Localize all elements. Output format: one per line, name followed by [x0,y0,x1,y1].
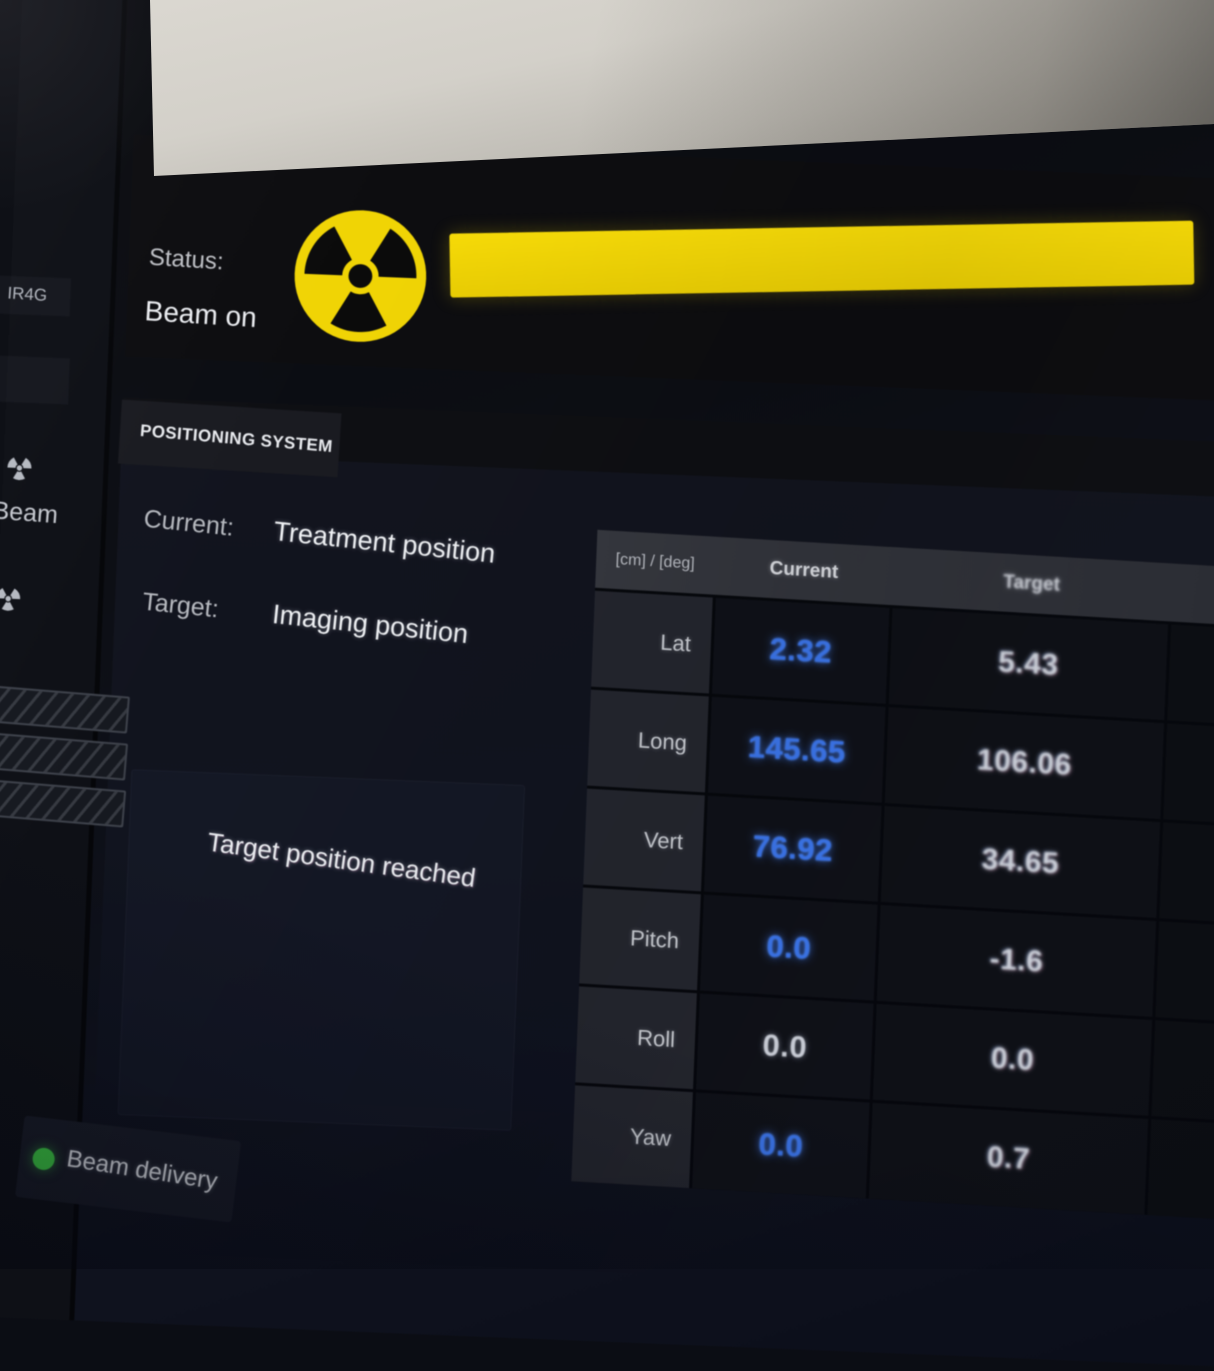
current-value-cell: 0.0 [696,993,874,1099]
row-label: Long [587,690,709,793]
target-value-cell: 106.06 [885,707,1164,819]
green-status-led-icon [31,1147,55,1171]
target-value-cell: 0.7 [869,1103,1148,1215]
target-value: 0.0 [990,1042,1035,1078]
status-label: Status: [148,244,224,277]
target-value: 106.06 [976,743,1072,783]
device-label: IR4G [7,283,48,306]
target-value: 34.65 [981,843,1060,882]
radiation-icon [0,583,24,615]
filler-cell [1147,1119,1214,1223]
beam-progress-bar [449,221,1194,298]
radiation-icon [4,452,35,484]
target-column-header: Target [1003,572,1060,597]
unit-header: [cm] / [deg] [615,551,695,574]
filler-cell [1167,624,1214,728]
left-panel-block [0,353,70,404]
tab-positioning-system[interactable]: POSITIONING SYSTEM [118,400,342,478]
row-label: Lat [591,591,713,694]
left-beam-label: Beam [0,496,59,530]
row-label: Pitch [579,887,701,990]
target-value: 5.43 [998,645,1060,683]
filler-cell [1155,921,1214,1025]
message-panel [118,769,526,1131]
filler-cell [1151,1020,1214,1124]
current-value-cell: 145.65 [708,697,886,803]
row-label: Vert [583,789,705,892]
filler-cell [1163,723,1214,827]
current-value: 145.65 [747,729,846,771]
radiation-trefoil-icon [287,199,433,352]
current-value: 0.0 [762,1027,808,1066]
current-column-header: Current [769,558,838,584]
screen-stage: IR4G Beam Status: Beam on [0,0,1214,1295]
current-value-cell: 0.0 [700,895,878,1001]
current-value: 76.92 [752,828,833,869]
target-value-cell: 34.65 [881,806,1160,918]
current-value-cell: 0.0 [692,1092,870,1198]
beam-delivery-label: Beam delivery [65,1145,220,1196]
current-value: 0.0 [758,1126,804,1165]
coordinates-table: [cm] / [deg] Current Target Lat 2.32 5.4… [571,530,1214,1223]
filler-cell [1159,822,1214,926]
monitor-screen: IR4G Beam Status: Beam on [0,0,1214,1368]
tab-label: POSITIONING SYSTEM [119,419,333,457]
target-value-cell: 5.43 [889,608,1168,720]
current-value-cell: 2.32 [712,598,890,704]
target-value-cell: 0.0 [873,1004,1152,1116]
target-value: -1.6 [989,942,1044,979]
target-value-cell: -1.6 [877,905,1156,1017]
current-value-cell: 76.92 [704,796,882,902]
current-value: 2.32 [769,631,833,671]
row-label: Yaw [571,1085,693,1188]
target-value: 0.7 [986,1141,1031,1177]
row-label: Roll [575,986,697,1089]
current-value: 0.0 [766,928,812,967]
